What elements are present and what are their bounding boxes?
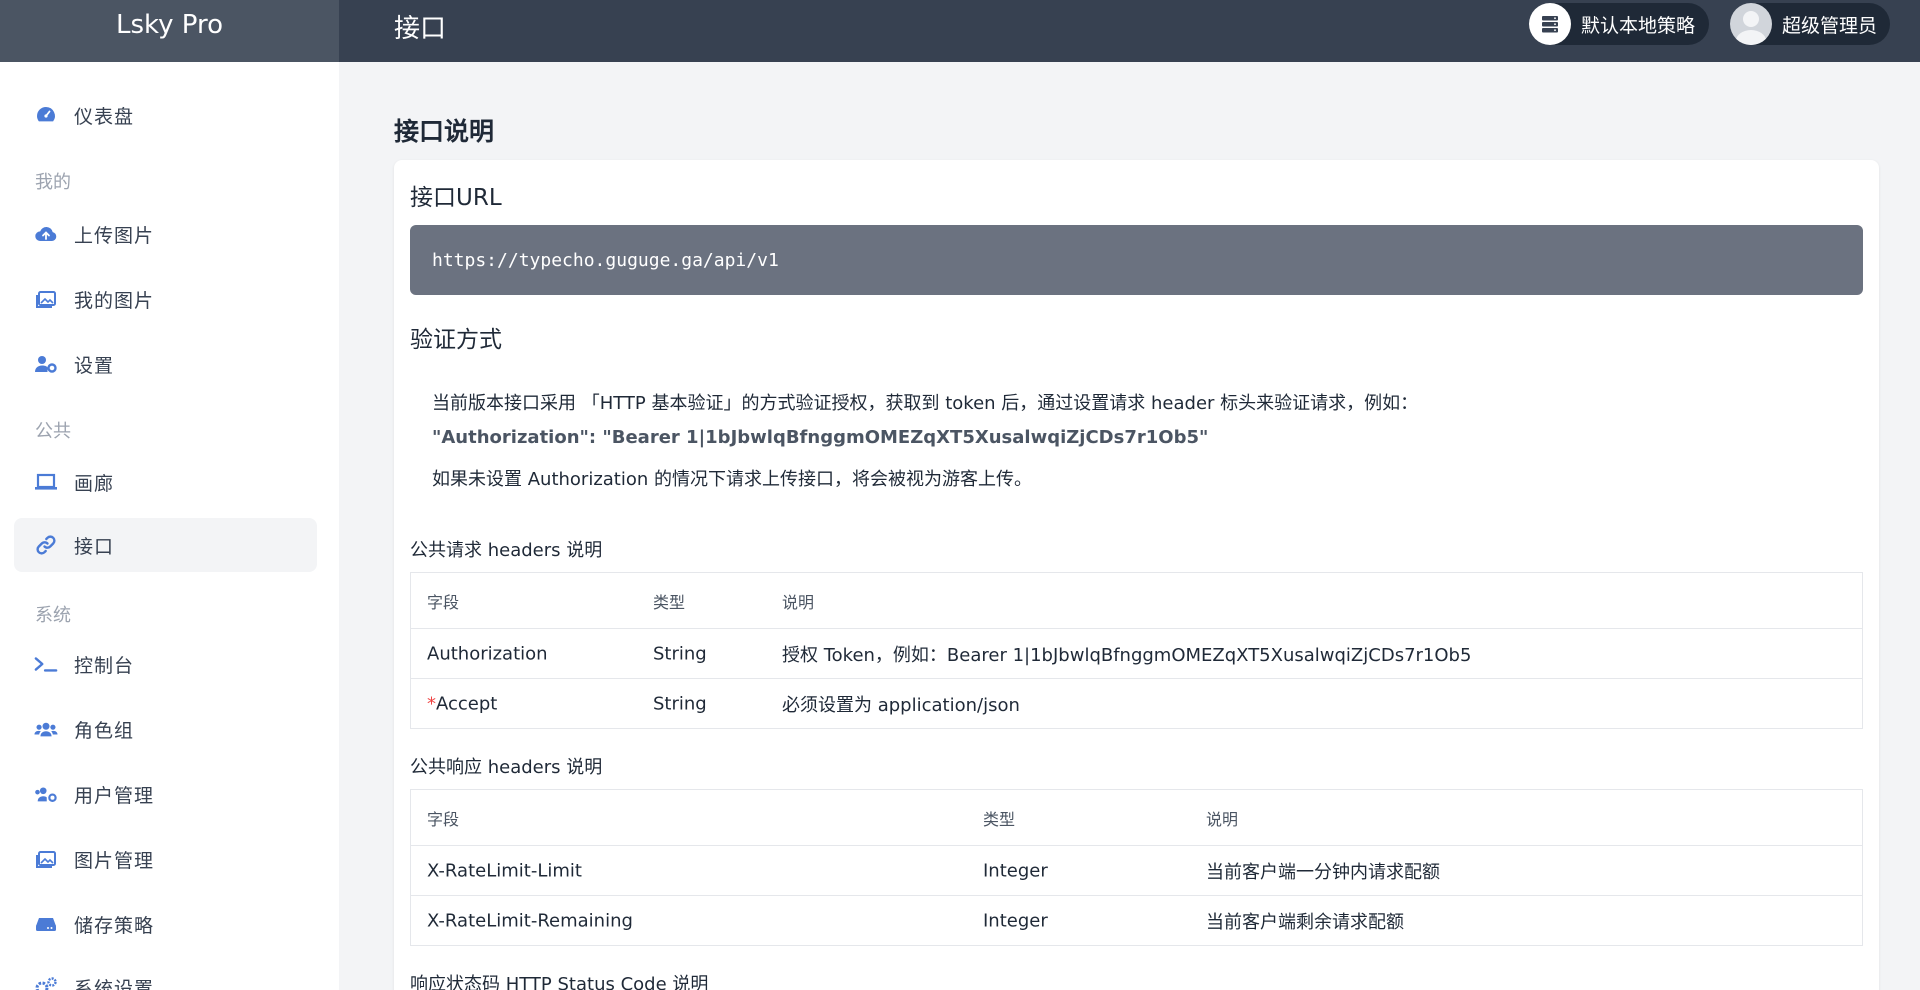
column-header: 字段	[427, 809, 460, 829]
top-bar: Lsky Pro 接口 默认本地策略 超级管理员	[0, 0, 1920, 62]
required-mark: *	[427, 693, 436, 714]
table-row: Authorization String 授权 Token，例如：Bearer …	[411, 628, 1862, 678]
sidebar-item-label: 我的图片	[74, 289, 155, 312]
request-headers-title: 公共请求 headers 说明	[410, 540, 603, 561]
response-headers-title: 公共响应 headers 说明	[410, 757, 603, 778]
column-header: 类型	[983, 809, 1016, 829]
sidebar-item-label: 控制台	[74, 654, 135, 677]
table-row: X-RateLimit-Remaining Integer 当前客户端剩余请求配…	[411, 895, 1862, 945]
sidebar-item-label: 角色组	[74, 719, 135, 742]
column-header: 类型	[653, 592, 686, 612]
table-header-row: 字段 类型 说明	[411, 573, 1862, 628]
sidebar-item-label: 储存策略	[74, 914, 155, 937]
table-row: *Accept String 必须设置为 application/json	[411, 678, 1862, 728]
sidebar-item-api[interactable]: 接口	[14, 518, 317, 572]
table-header-row: 字段 类型 说明	[411, 790, 1862, 845]
url-title: 接口URL	[410, 185, 502, 211]
server-icon	[1529, 3, 1571, 45]
column-header: 说明	[782, 592, 815, 612]
sidebar-item-roles[interactable]: 角色组	[14, 702, 317, 756]
field-cell: X-RateLimit-Limit	[427, 860, 582, 881]
sidebar-item-settings[interactable]: 设置	[14, 337, 317, 391]
sidebar-item-images[interactable]: 图片管理	[14, 832, 317, 886]
sidebar-item-label: 系统设置	[74, 977, 155, 990]
type-cell: Integer	[983, 860, 1048, 881]
auth-description: 当前版本接口采用 「HTTP 基本验证」的方式验证授权，获取到 token 后，…	[432, 393, 1419, 414]
images-icon	[34, 847, 58, 871]
request-headers-table: 字段 类型 说明 Authorization String 授权 Token，例…	[410, 572, 1863, 729]
terminal-icon	[34, 652, 58, 676]
sidebar-item-system-settings[interactable]: 系统设置	[14, 960, 317, 990]
page-title: 接口	[394, 14, 447, 44]
sidebar-item-upload[interactable]: 上传图片	[14, 207, 317, 261]
column-header: 字段	[427, 592, 460, 612]
section-label-mine: 我的	[35, 172, 71, 193]
auth-example: "Authorization": "Bearer 1|1bJbwlqBfnggm…	[432, 427, 1209, 448]
sidebar-item-label: 上传图片	[74, 224, 155, 247]
field-cell: *Accept	[427, 693, 497, 714]
section-heading: 接口说明	[394, 117, 495, 146]
type-cell: Integer	[983, 910, 1048, 931]
column-header: 说明	[1206, 809, 1239, 829]
user-name: 超级管理员	[1782, 14, 1878, 37]
users-icon	[34, 717, 58, 741]
field-cell: X-RateLimit-Remaining	[427, 910, 633, 931]
gauge-icon	[34, 103, 58, 127]
users-gear-icon	[34, 782, 58, 806]
cloud-upload-icon	[34, 222, 58, 246]
sidebar-item-gallery[interactable]: 画廊	[14, 455, 317, 509]
desc-cell: 必须设置为 application/json	[782, 694, 1020, 716]
field-text: Accept	[436, 693, 498, 714]
link-icon	[34, 533, 58, 557]
sidebar-item-label: 设置	[74, 354, 115, 377]
sidebar-item-label: 接口	[74, 535, 115, 558]
auth-title: 验证方式	[410, 327, 502, 353]
auth-note: 如果未设置 Authorization 的情况下请求上传接口，将会被视为游客上传…	[432, 469, 1033, 490]
type-cell: String	[653, 643, 707, 664]
sidebar-item-label: 图片管理	[74, 849, 155, 872]
sidebar-item-console[interactable]: 控制台	[14, 637, 317, 691]
laptop-icon	[34, 470, 58, 494]
storage-strategy-selector[interactable]: 默认本地策略	[1529, 3, 1709, 45]
avatar	[1730, 3, 1772, 45]
hard-drive-icon	[34, 912, 58, 936]
brand-logo[interactable]: Lsky Pro	[0, 0, 339, 62]
sidebar-item-label: 画廊	[74, 472, 115, 495]
desc-cell: 授权 Token，例如：Bearer 1|1bJbwlqBfnggmOMEZqX…	[782, 644, 1472, 666]
section-label-system: 系统	[35, 605, 71, 626]
desc-cell: 当前客户端剩余请求配额	[1206, 911, 1404, 933]
user-gear-icon	[34, 352, 58, 376]
sidebar-item-label: 仪表盘	[74, 105, 135, 128]
type-cell: String	[653, 693, 707, 714]
storage-strategy-label: 默认本地策略	[1581, 14, 1696, 37]
sidebar-item-dashboard[interactable]: 仪表盘	[14, 88, 317, 142]
field-cell: Authorization	[427, 643, 548, 664]
user-menu[interactable]: 超级管理员	[1730, 3, 1890, 45]
gears-icon	[34, 975, 58, 990]
api-doc-card: 接口URL https://typecho.guguge.ga/api/v1 验…	[394, 160, 1879, 990]
images-icon	[34, 287, 58, 311]
table-row: X-RateLimit-Limit Integer 当前客户端一分钟内请求配额	[411, 845, 1862, 895]
sidebar-item-my-images[interactable]: 我的图片	[14, 272, 317, 326]
desc-cell: 当前客户端一分钟内请求配额	[1206, 861, 1440, 883]
sidebar-item-label: 用户管理	[74, 784, 155, 807]
sidebar-item-users[interactable]: 用户管理	[14, 767, 317, 821]
status-code-title: 响应状态码 HTTP Status Code 说明	[410, 974, 709, 990]
section-label-public: 公共	[35, 421, 71, 442]
sidebar-item-storage[interactable]: 储存策略	[14, 897, 317, 951]
response-headers-table: 字段 类型 说明 X-RateLimit-Limit Integer 当前客户端…	[410, 789, 1863, 946]
sidebar: 仪表盘 我的 上传图片 我的图片 设置 公共 画廊 接口 系统 控制台 角色组 …	[0, 62, 339, 990]
api-url-box[interactable]: https://typecho.guguge.ga/api/v1	[410, 225, 1863, 295]
